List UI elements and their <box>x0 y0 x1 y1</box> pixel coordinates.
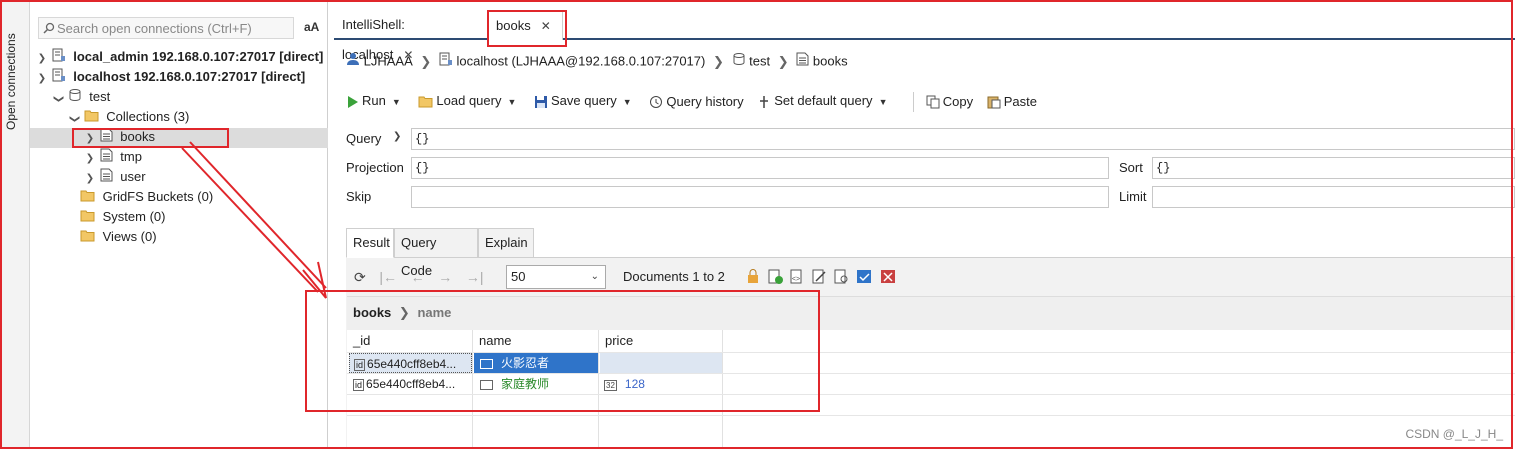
annotation-arrow <box>181 141 327 299</box>
watermark: CSDN @_L_J_H_ <box>1405 427 1503 441</box>
